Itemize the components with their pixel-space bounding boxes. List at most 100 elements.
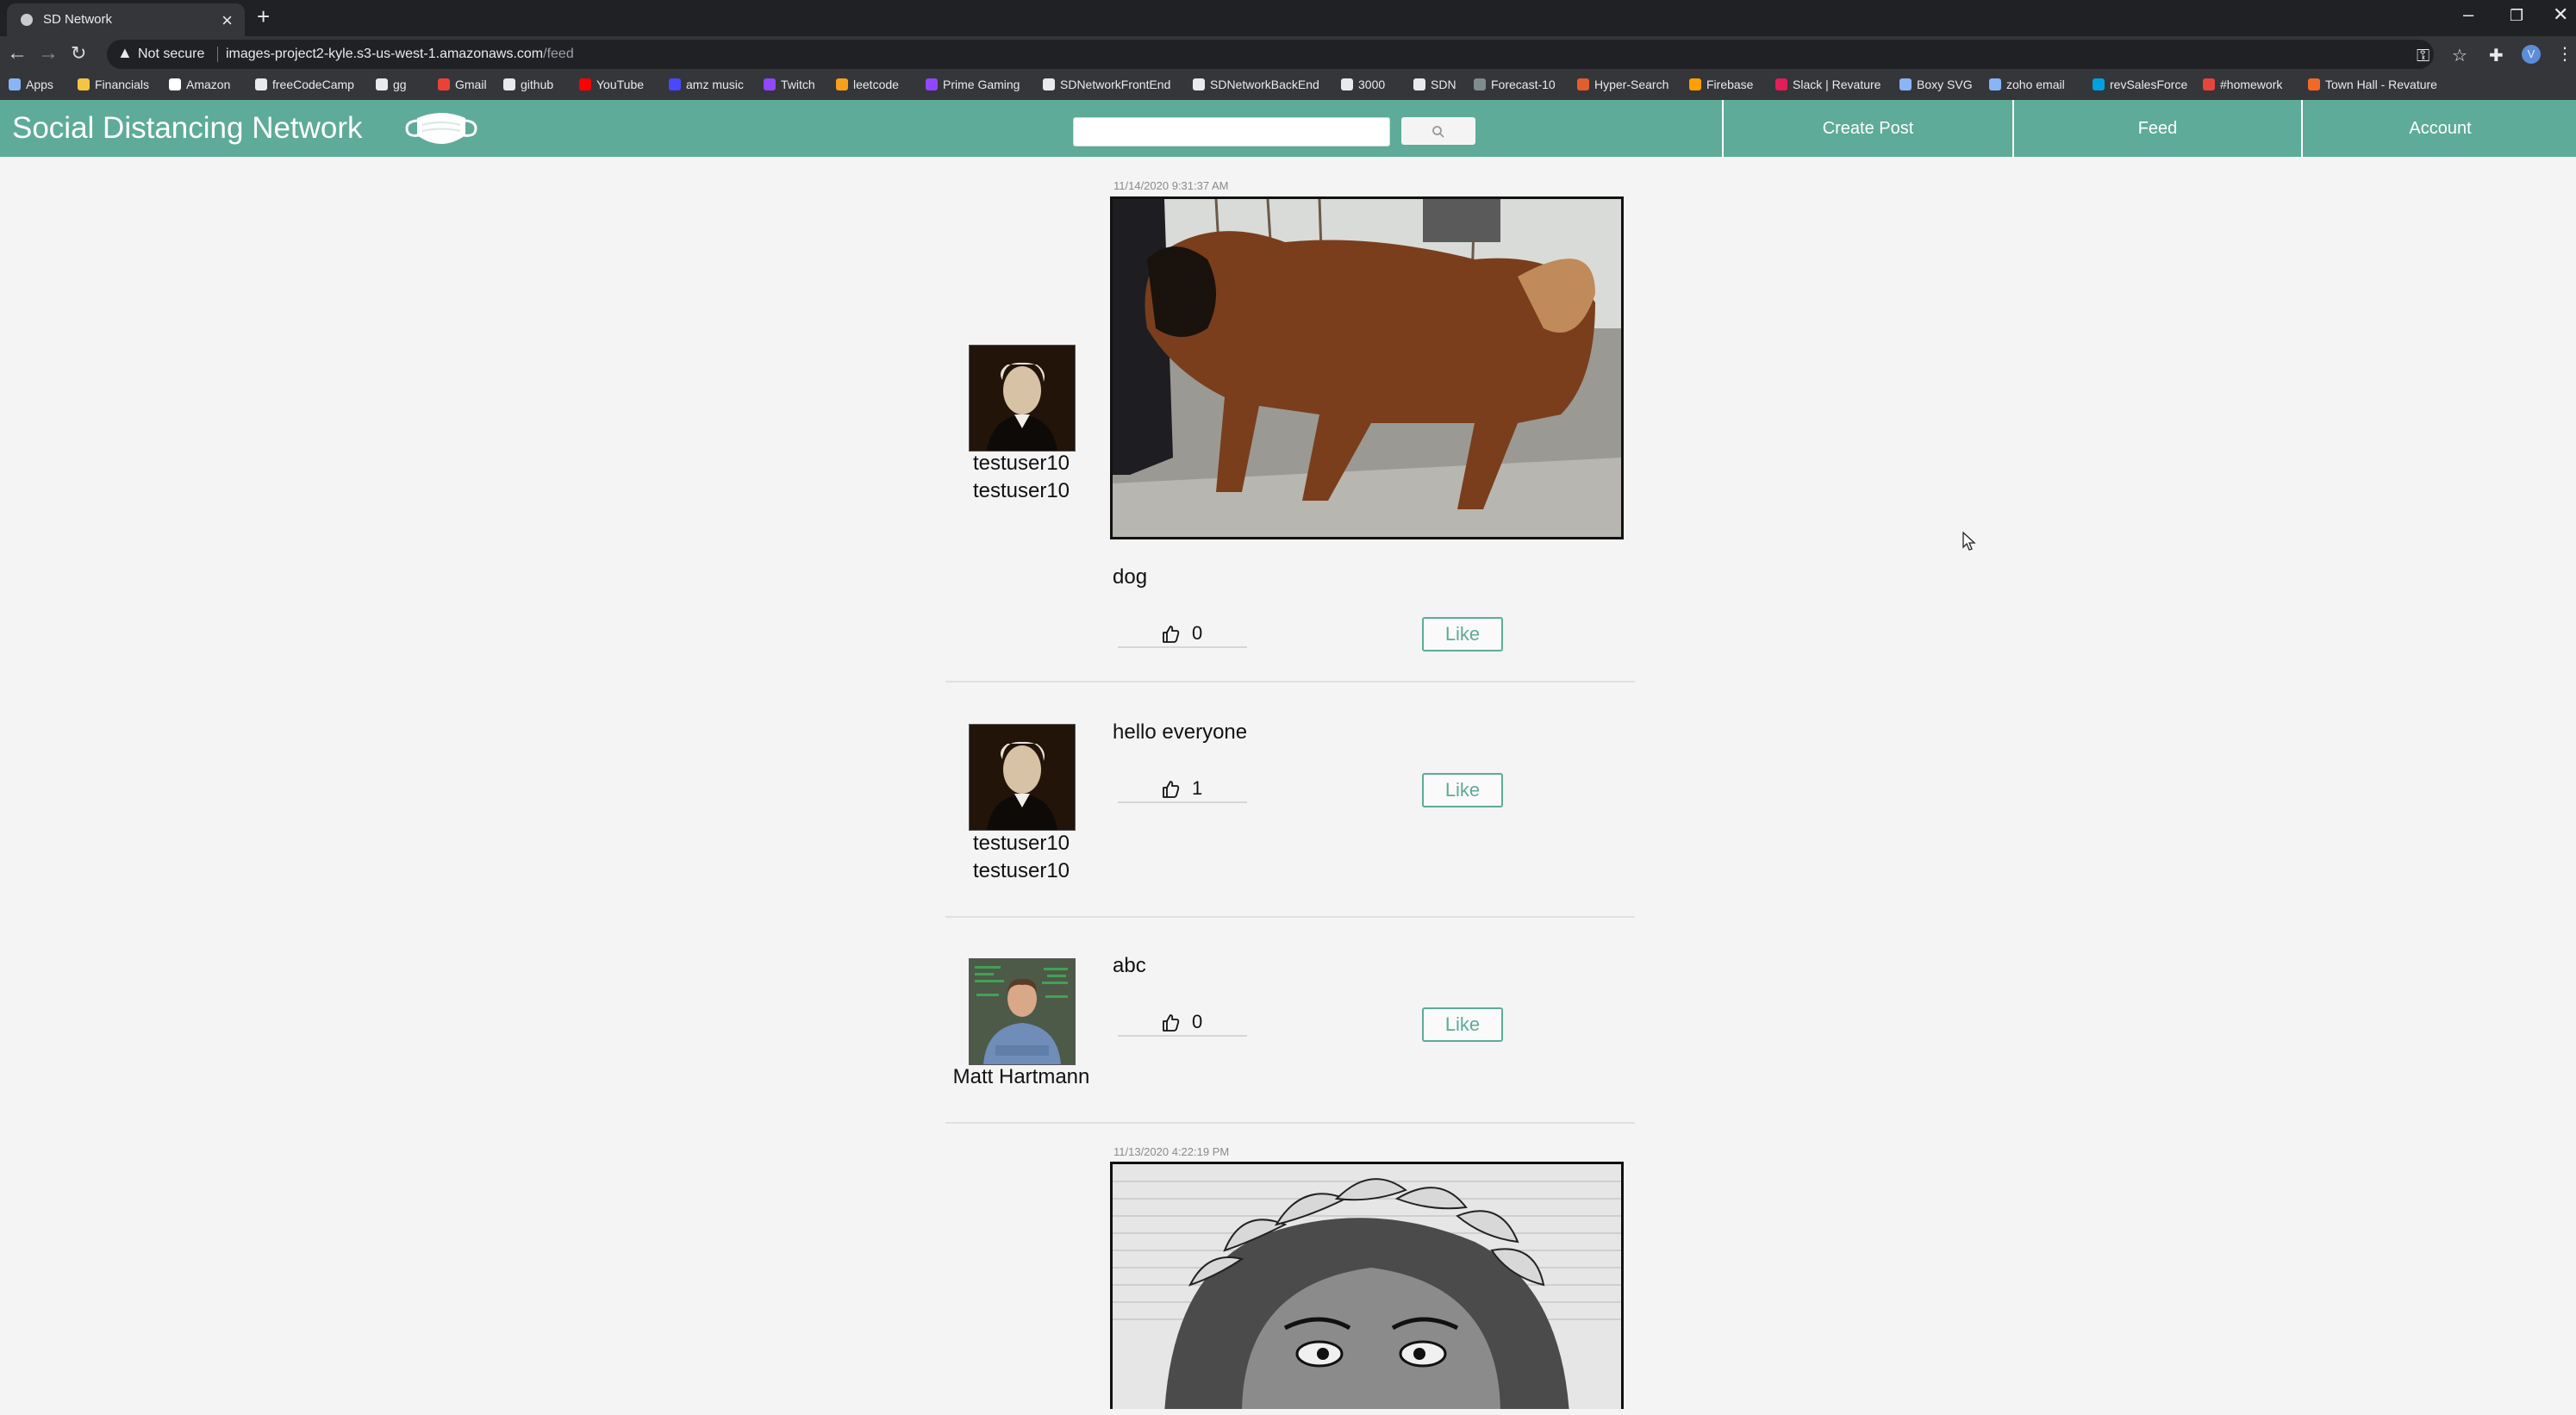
bookmark-favicon-icon (1413, 78, 1425, 90)
face-mask-icon (405, 113, 477, 144)
back-icon[interactable]: ← (7, 41, 28, 65)
bookmark-label: 3000 (1358, 78, 1386, 91)
search-button[interactable] (1401, 117, 1475, 145)
tab-favicon-icon (21, 14, 33, 26)
bookmark-item[interactable]: Financials (78, 78, 149, 91)
post-content: abc (1113, 954, 1146, 977)
bookmark-label: #homework (2220, 78, 2283, 91)
bookmark-item[interactable]: Slack | Revature (1775, 78, 1881, 91)
bookmark-favicon-icon (169, 78, 181, 90)
bookmark-item[interactable]: Boxy SVG (1899, 78, 1973, 91)
bookmark-favicon-icon (836, 78, 848, 90)
tab-title: SD Network (43, 12, 113, 27)
bookmark-item[interactable]: SDNetworkBackEnd (1193, 78, 1319, 91)
like-count: 1 (1192, 777, 1203, 799)
thumbs-up-icon (1163, 781, 1180, 798)
url-host: images-project2-kyle.s3-us-west-1.amazon… (226, 47, 544, 61)
bookmark-item[interactable]: #homework (2203, 78, 2282, 91)
bookmark-item[interactable]: YouTube (579, 78, 644, 91)
bookmark-favicon-icon (503, 78, 515, 90)
warning-icon: ▲ (117, 44, 133, 61)
bookmark-label: SDN (1431, 78, 1456, 91)
post-content: hello everyone (1113, 720, 1248, 744)
nav-feed[interactable]: Feed (2012, 100, 2301, 157)
bookmark-favicon-icon (78, 78, 90, 90)
like-button[interactable]: Like (1422, 773, 1503, 807)
bookmark-favicon-icon (926, 78, 938, 90)
browser-tab[interactable]: SD Network × (7, 3, 245, 36)
bookmark-item[interactable]: leetcode (836, 78, 899, 91)
security-label: Not secure (138, 47, 205, 61)
bookmark-favicon-icon (9, 78, 21, 90)
like-button[interactable]: Like (1422, 1007, 1503, 1042)
bookmark-item[interactable]: Gmail (438, 78, 487, 91)
address-bar[interactable]: ▲ Not secure images-project2-kyle.s3-us-… (107, 40, 2434, 69)
bookmark-item[interactable]: Apps (9, 78, 53, 91)
restore-icon[interactable]: ❐ (2510, 7, 2523, 25)
bookmark-label: Apps (26, 78, 53, 91)
browser-toolbar: ← → ↻ ▲ Not secure images-project2-kyle.… (0, 36, 2576, 72)
bookmark-item[interactable]: Amazon (169, 78, 230, 91)
profile-avatar-icon[interactable]: V (2522, 45, 2541, 64)
bookmark-label: YouTube (596, 78, 645, 91)
username-line: testuser10 (972, 479, 1070, 502)
bookmark-item[interactable]: SDNetworkFrontEnd (1043, 78, 1170, 91)
bookmark-item[interactable]: SDN (1413, 78, 1456, 91)
username-line: testuser10 (972, 452, 1070, 475)
bookmark-favicon-icon (669, 78, 681, 90)
url-text: images-project2-kyle.s3-us-west-1.amazon… (226, 47, 574, 62)
post-timestamp: 11/14/2020 9:31:37 AM (1113, 179, 1229, 192)
forward-icon[interactable]: → (38, 41, 59, 65)
avatar[interactable] (969, 345, 1076, 452)
bookmark-label: Forecast-10 (1491, 78, 1556, 91)
new-tab-icon[interactable]: + (257, 3, 270, 30)
close-window-icon[interactable]: ✕ (2553, 3, 2568, 26)
bookmark-label: github (521, 78, 554, 91)
tab-close-icon[interactable]: × (221, 9, 233, 32)
like-counter: 1 (1118, 777, 1247, 803)
minimize-icon[interactable]: – (2463, 3, 2473, 26)
matt-photo (970, 959, 1075, 1064)
bookmark-item[interactable]: zoho email (1989, 78, 2065, 91)
post-divider (945, 1122, 1635, 1124)
bookmark-favicon-icon (255, 78, 267, 90)
bookmark-label: Hyper-Search (1594, 78, 1669, 91)
search-input[interactable] (1073, 117, 1390, 146)
bookmark-item[interactable]: Forecast-10 (1474, 78, 1556, 91)
avatar[interactable] (969, 958, 1076, 1065)
bookmark-item[interactable]: Firebase (1689, 78, 1753, 91)
dog-photo (1113, 199, 1621, 537)
bookmark-item[interactable]: github (503, 78, 553, 91)
brand-title[interactable]: Social Distancing Network (12, 111, 363, 146)
reload-icon[interactable]: ↻ (71, 42, 86, 65)
post-divider (945, 916, 1635, 918)
bookmark-item[interactable]: revSalesForce (2093, 78, 2187, 91)
bookmark-item[interactable]: Hyper-Search (1577, 78, 1668, 91)
bookmark-star-icon[interactable]: ☆ (2452, 45, 2467, 66)
like-counter: 0 (1118, 622, 1247, 648)
bookmark-item[interactable]: Prime Gaming (926, 78, 1020, 91)
avatar[interactable] (969, 724, 1076, 831)
divider (217, 47, 218, 62)
bookmark-label: zoho email (2006, 78, 2065, 91)
bookmark-item[interactable]: amz music (669, 78, 744, 91)
bookmark-item[interactable]: freeCodeCamp (255, 78, 354, 91)
menu-kebab-icon[interactable]: ⋮ (2556, 43, 2573, 65)
bookmark-item[interactable]: Town Hall - Revature (2308, 78, 2437, 91)
like-count: 0 (1192, 1011, 1203, 1032)
bookmark-favicon-icon (1899, 78, 1912, 90)
key-icon[interactable]: ⚿ (2417, 47, 2429, 66)
nav-create-post[interactable]: Create Post (1722, 100, 2012, 157)
bookmark-item[interactable]: gg (376, 78, 407, 91)
bookmark-label: Amazon (186, 78, 231, 91)
bookmark-favicon-icon (764, 78, 776, 90)
bookmark-favicon-icon (1989, 78, 2001, 90)
bookmark-label: Boxy SVG (1917, 78, 1973, 91)
like-counter: 0 (1118, 1011, 1247, 1037)
nav-account[interactable]: Account (2301, 100, 2576, 157)
extensions-icon[interactable]: ✚ (2489, 45, 2504, 66)
like-button[interactable]: Like (1422, 617, 1503, 651)
bookmark-label: freeCodeCamp (272, 78, 354, 91)
bookmark-item[interactable]: Twitch (764, 78, 815, 91)
bookmark-item[interactable]: 3000 (1341, 78, 1385, 91)
